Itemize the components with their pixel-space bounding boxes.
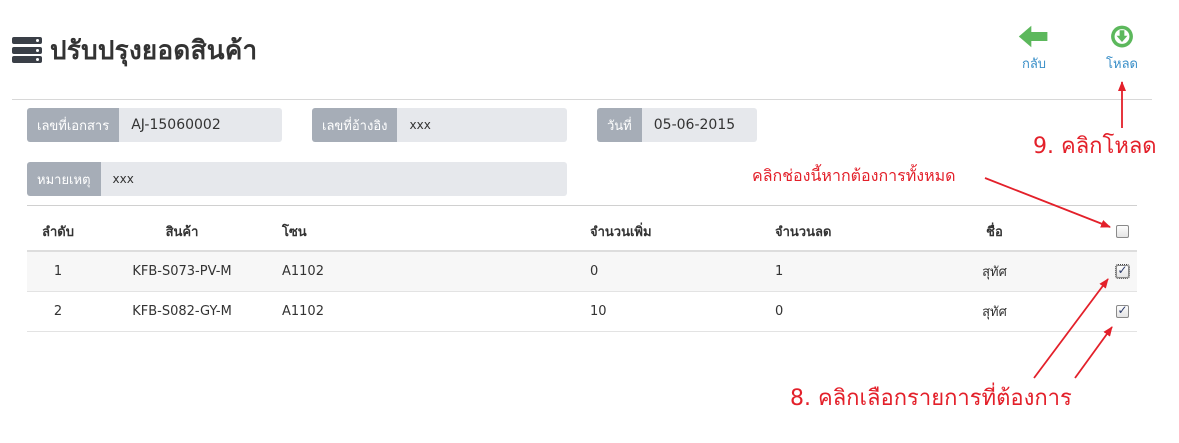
row-select-cell — [1113, 292, 1131, 331]
cell-decrease: 0 — [775, 304, 784, 319]
table-header-row: ลำดับ สินค้า โซน จำนวนเพิ่ม จำนวนลด ชื่อ — [27, 212, 1137, 252]
row-checkbox[interactable] — [1114, 263, 1130, 279]
ref-no-field: เลขที่อ้างอิง xxx — [312, 108, 567, 142]
row-select-cell — [1113, 252, 1131, 291]
back-button[interactable]: กลับ — [1004, 24, 1064, 74]
date-field: วันที่ 05-06-2015 — [597, 108, 757, 142]
col-header-no: ลำดับ — [42, 224, 74, 240]
annotation-step-9: 9. คลิกโหลด — [1033, 134, 1157, 159]
note-value[interactable]: xxx — [100, 162, 567, 196]
doc-no-value[interactable]: AJ-15060002 — [119, 108, 282, 142]
cell-decrease: 1 — [775, 264, 784, 279]
cell-increase: 10 — [590, 304, 607, 319]
note-label: หมายเหตุ — [27, 162, 101, 196]
date-label: วันที่ — [597, 108, 642, 142]
page-title: ปรับปรุงยอดสินค้า — [50, 35, 258, 66]
doc-no-label: เลขที่เอกสาร — [27, 108, 120, 142]
download-button-label: โหลด — [1106, 57, 1138, 72]
header-divider — [12, 99, 1152, 100]
row-checkbox[interactable] — [1115, 303, 1129, 318]
col-header-zone: โซน — [282, 224, 307, 240]
select-all-cell — [1113, 212, 1131, 250]
table-row[interactable]: 2 KFB-S082-GY-M A1102 10 0 สุทัศ — [27, 292, 1137, 332]
col-header-decrease: จำนวนลด — [775, 224, 832, 240]
page-header: ปรับปรุงยอดสินค้า — [12, 28, 257, 72]
list-icon — [12, 37, 42, 63]
download-button[interactable]: โหลด — [1092, 24, 1152, 74]
items-table: ลำดับ สินค้า โซน จำนวนเพิ่ม จำนวนลด ชื่อ… — [27, 212, 1137, 332]
annotation-step-8: 8. คลิกเลือกรายการที่ต้องการ — [790, 386, 1072, 411]
select-all-checkbox[interactable] — [1115, 224, 1129, 238]
back-button-label: กลับ — [1021, 57, 1047, 72]
col-header-name: ชื่อ — [986, 224, 1003, 240]
cell-increase: 0 — [590, 264, 599, 279]
arrow-to-row-2 — [1074, 326, 1113, 379]
ref-no-label: เลขที่อ้างอิง — [312, 108, 398, 142]
cell-no: 2 — [53, 304, 63, 319]
cell-name: สุทัศ — [982, 265, 1007, 280]
ref-no-value[interactable]: xxx — [397, 108, 567, 142]
note-field: หมายเหตุ xxx — [27, 162, 567, 196]
cell-no: 1 — [53, 264, 63, 279]
cell-name: สุทัศ — [982, 305, 1007, 320]
annotation-select-all: คลิกช่องนี้หากต้องการทั้งหมด — [752, 166, 956, 185]
col-header-product: สินค้า — [165, 224, 199, 240]
cell-product: KFB-S073-PV-M — [132, 264, 232, 279]
cell-zone: A1102 — [282, 264, 324, 279]
doc-no-field: เลขที่เอกสาร AJ-15060002 — [27, 108, 282, 142]
date-value[interactable]: 05-06-2015 — [641, 108, 757, 142]
col-header-increase: จำนวนเพิ่ม — [590, 224, 652, 240]
arrow-left-icon — [1018, 25, 1048, 48]
cell-product: KFB-S082-GY-M — [132, 304, 232, 319]
download-circle-icon — [1111, 25, 1133, 48]
form-divider — [27, 205, 1137, 206]
table-row[interactable]: 1 KFB-S073-PV-M A1102 0 1 สุทัศ — [27, 252, 1137, 292]
cell-zone: A1102 — [282, 304, 324, 319]
